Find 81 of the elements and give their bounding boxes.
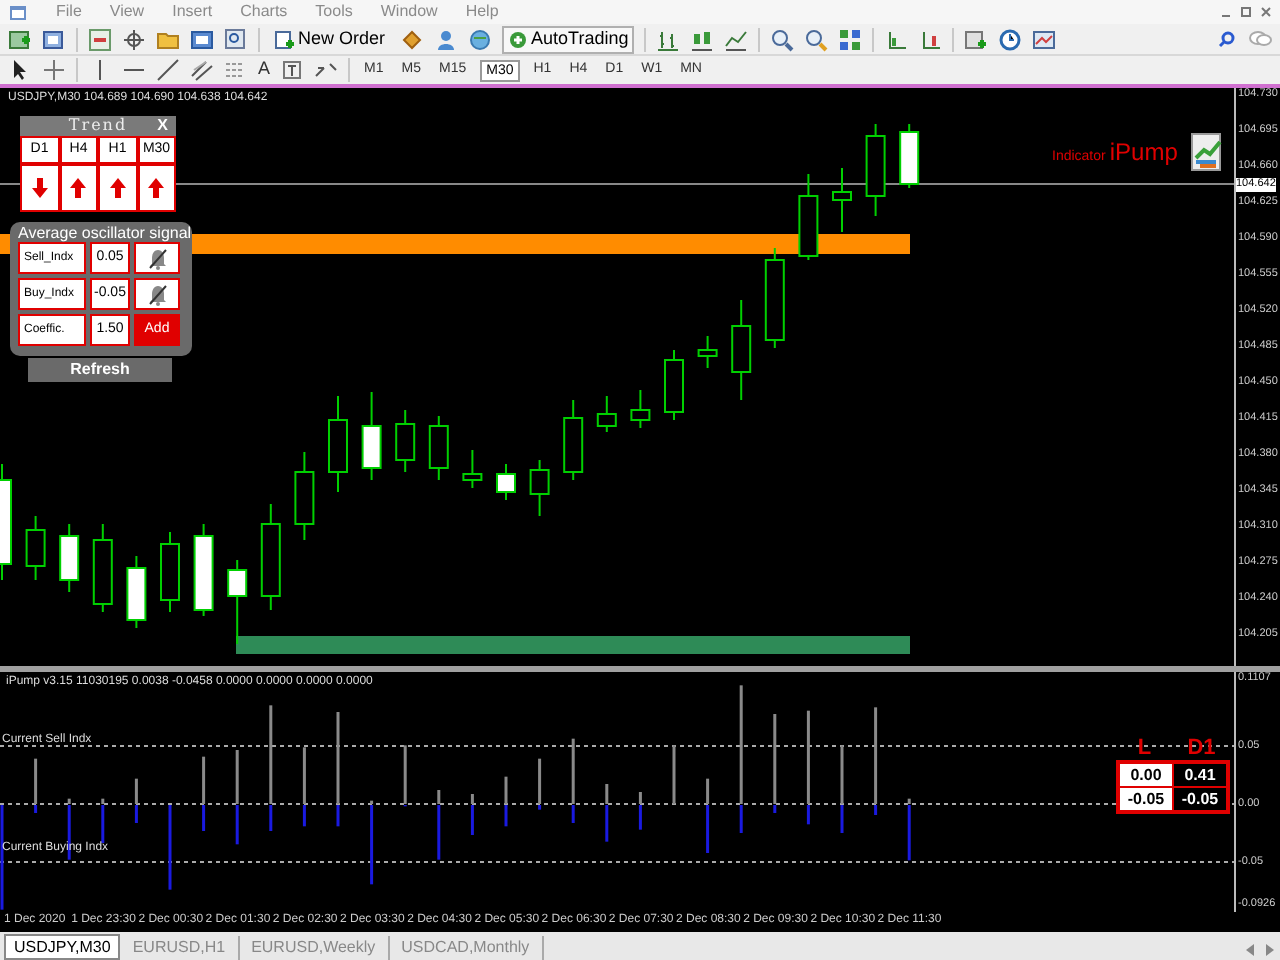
- candlestick: [227, 559, 248, 645]
- brand-name: iPump: [1109, 136, 1178, 170]
- candlestick: [496, 463, 516, 501]
- column-header: L: [1135, 736, 1154, 760]
- chart-tab[interactable]: USDJPY,M30: [4, 934, 121, 960]
- candlestick: [395, 409, 416, 473]
- candlestick: [596, 395, 617, 433]
- text-tool-button[interactable]: A: [258, 56, 271, 84]
- candlestick: [92, 523, 113, 613]
- document-plus-icon: [274, 29, 294, 49]
- muted-bell-icon: [147, 283, 167, 305]
- crosshair-icon[interactable]: [42, 58, 66, 82]
- text-label-icon[interactable]: [280, 58, 305, 82]
- muted-bell-icon: [147, 247, 167, 269]
- tile-windows-icon[interactable]: [838, 27, 863, 51]
- table-cell: -0.05: [1174, 788, 1226, 810]
- candlestick: [764, 247, 785, 349]
- alert-toggle[interactable]: [134, 242, 180, 274]
- crosshair-icon[interactable]: [122, 27, 146, 51]
- down-arrow-icon: [29, 176, 50, 200]
- candlestick: [126, 555, 147, 629]
- chart-shift-icon[interactable]: [918, 27, 943, 51]
- cursor-icon[interactable]: [8, 58, 32, 82]
- candlestick: [260, 503, 281, 611]
- up-arrow-icon: [107, 176, 128, 200]
- chart-logo-icon: [1189, 132, 1226, 172]
- candlestick-icon[interactable]: [690, 27, 715, 51]
- candlestick: [563, 399, 584, 481]
- template-icon[interactable]: [1032, 27, 1057, 51]
- close-icon[interactable]: [1260, 6, 1272, 18]
- zoom-in-icon[interactable]: [770, 27, 795, 51]
- candlestick: [328, 395, 348, 493]
- window-icon[interactable]: [190, 27, 214, 51]
- candlestick: [59, 523, 80, 593]
- zoom-out-icon[interactable]: [804, 27, 829, 51]
- arrows-icon[interactable]: [314, 58, 339, 82]
- magnifier-icon[interactable]: [224, 27, 248, 51]
- fibonacci-icon[interactable]: [224, 58, 248, 82]
- candlestick: [899, 123, 920, 189]
- up-arrow-icon: [68, 176, 89, 200]
- bar-chart-icon[interactable]: [656, 27, 681, 51]
- panel-title: Trend: [68, 114, 128, 138]
- candlestick: [697, 335, 718, 369]
- refresh-button[interactable]: Refresh: [28, 358, 172, 382]
- column-header: D1: [1185, 736, 1218, 760]
- table-cell: 0.41: [1174, 764, 1226, 786]
- candlestick: [832, 167, 852, 233]
- clock-icon[interactable]: [998, 27, 1023, 51]
- auto-trading-button[interactable]: AutoTrading: [501, 25, 635, 53]
- profiles-icon[interactable]: [42, 27, 66, 51]
- scroll-right-icon[interactable]: [1264, 944, 1276, 956]
- indicators-icon[interactable]: [964, 27, 989, 51]
- candlestick: [193, 523, 214, 617]
- candlestick: [361, 391, 382, 481]
- candlestick: [462, 449, 483, 489]
- candlestick: [25, 515, 46, 581]
- up-arrow-icon: [146, 176, 167, 200]
- new-chart-icon[interactable]: [8, 27, 32, 51]
- candlestick: [630, 389, 651, 429]
- line-chart-icon[interactable]: [724, 27, 749, 51]
- candlestick: [428, 415, 449, 481]
- restore-icon[interactable]: [1240, 6, 1252, 18]
- table-cell: -0.05: [1120, 788, 1172, 810]
- channel-icon[interactable]: [190, 58, 214, 82]
- people-icon[interactable]: [433, 27, 458, 51]
- close-button[interactable]: X: [157, 116, 168, 136]
- candlestick: [798, 173, 819, 261]
- autoscroll-icon[interactable]: [884, 27, 909, 51]
- candlestick: [865, 123, 886, 217]
- table-cell: 0.00: [1120, 764, 1172, 786]
- candlestick: [160, 531, 180, 613]
- alert-toggle[interactable]: [134, 278, 180, 310]
- candlestick: [664, 349, 684, 421]
- search-icon[interactable]: [1218, 30, 1236, 48]
- candlestick: [529, 459, 550, 517]
- candlestick: [0, 463, 12, 581]
- new-order-button[interactable]: New Order: [270, 26, 390, 52]
- candlestick: [731, 299, 752, 401]
- candlestick: [294, 451, 315, 541]
- scroll-left-icon[interactable]: [1244, 944, 1256, 956]
- trendline-icon[interactable]: [156, 58, 180, 82]
